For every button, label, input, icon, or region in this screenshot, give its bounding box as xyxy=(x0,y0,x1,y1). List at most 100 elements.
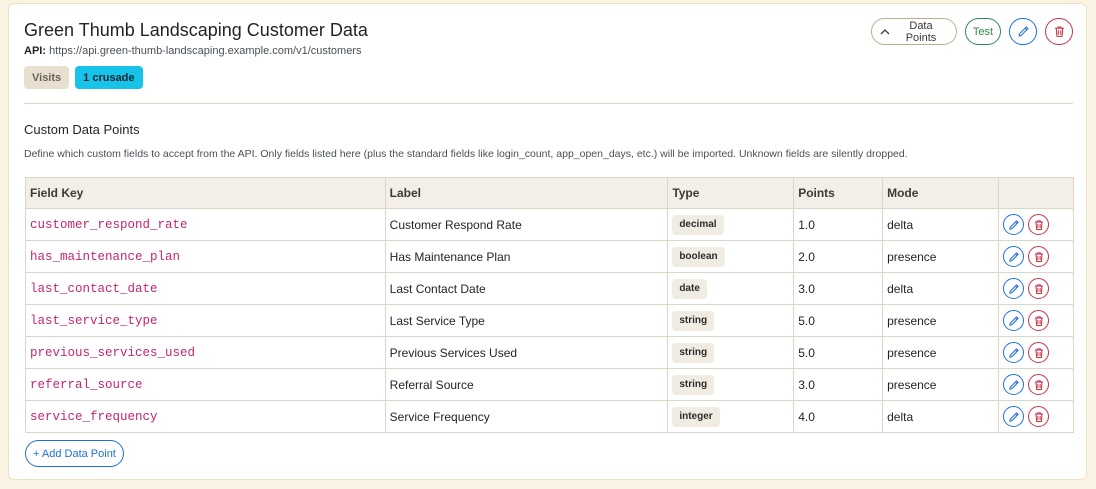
label-cell: Last Contact Date xyxy=(384,272,669,305)
edit-row-button[interactable] xyxy=(1003,214,1024,235)
points-cell: 1.0 xyxy=(793,208,884,241)
mode-cell: delta xyxy=(882,208,999,241)
points-cell: 3.0 xyxy=(793,272,884,305)
add-data-point-button[interactable]: + Add Data Point xyxy=(25,440,124,467)
edit-row-button[interactable] xyxy=(1003,246,1024,267)
table-row: last_contact_date Last Contact Date date 3.… xyxy=(25,272,1074,305)
delete-integration-button[interactable] xyxy=(1045,18,1073,45)
delete-row-button[interactable] xyxy=(1028,214,1049,235)
type-badge: string xyxy=(672,374,715,395)
column-header-actions xyxy=(998,177,1074,209)
actions-cell xyxy=(998,336,1074,369)
edit-row-button[interactable] xyxy=(1003,374,1024,395)
delete-row-button[interactable] xyxy=(1028,406,1049,427)
field-key-cell: referral_source xyxy=(25,368,386,401)
mode-cell: delta xyxy=(882,400,999,433)
delete-row-button[interactable] xyxy=(1028,246,1049,267)
points-cell: 2.0 xyxy=(793,240,884,273)
field-key-cell: customer_respond_rate xyxy=(25,208,386,241)
label-cell: Customer Respond Rate xyxy=(384,208,669,241)
column-header-field-key: Field Key xyxy=(25,177,386,209)
api-url: https://api.green-thumb-landscaping.exam… xyxy=(49,45,362,57)
table-row: service_frequency Service Frequency intege… xyxy=(25,400,1074,433)
type-badge: string xyxy=(672,342,715,363)
label-cell: Referral Source xyxy=(384,368,669,401)
trash-icon xyxy=(1033,251,1045,263)
mode-cell: delta xyxy=(882,272,999,305)
badge-group: Visits 1 crusade xyxy=(24,66,143,89)
pencil-icon xyxy=(1008,283,1020,295)
label-cell: Previous Services Used xyxy=(384,336,669,369)
table-header-row: Field Key Label Type Points Mode xyxy=(25,177,1074,209)
pencil-icon xyxy=(1008,251,1020,263)
type-badge: date xyxy=(672,278,707,299)
table-row: customer_respond_rate Customer Respond Ra… xyxy=(25,208,1074,241)
test-button[interactable]: Test xyxy=(965,18,1001,45)
actions-cell xyxy=(998,400,1074,433)
actions-cell xyxy=(998,272,1074,305)
actions-cell xyxy=(998,208,1074,241)
column-header-points: Points xyxy=(793,177,884,209)
edit-integration-button[interactable] xyxy=(1009,18,1037,45)
edit-row-button[interactable] xyxy=(1003,406,1024,427)
table-row: last_service_type Last Service Type string… xyxy=(25,304,1074,337)
trash-icon xyxy=(1033,347,1045,359)
type-cell: string xyxy=(667,368,795,401)
edit-row-button[interactable] xyxy=(1003,278,1024,299)
pencil-icon xyxy=(1008,219,1020,231)
actions-cell xyxy=(998,368,1074,401)
table-body: customer_respond_rate Customer Respond Ra… xyxy=(25,208,1074,433)
type-cell: boolean xyxy=(667,240,795,273)
table-row: referral_source Referral Source string 3.0 p… xyxy=(25,368,1074,401)
delete-row-button[interactable] xyxy=(1028,278,1049,299)
points-cell: 3.0 xyxy=(793,368,884,401)
integration-card: Green Thumb Landscaping Customer Data AP… xyxy=(8,3,1087,480)
column-header-mode: Mode xyxy=(882,177,999,209)
type-cell: string xyxy=(667,336,795,369)
mode-cell: presence xyxy=(882,368,999,401)
trash-icon xyxy=(1033,315,1045,327)
delete-row-button[interactable] xyxy=(1028,374,1049,395)
points-cell: 5.0 xyxy=(793,304,884,337)
page-title: Green Thumb Landscaping Customer Data xyxy=(24,20,368,40)
type-cell: string xyxy=(667,304,795,337)
trash-icon xyxy=(1053,25,1066,38)
pencil-icon xyxy=(1008,411,1020,423)
pencil-icon xyxy=(1017,25,1030,38)
type-cell: integer xyxy=(667,400,795,433)
table-row: has_maintenance_plan Has Maintenance Plan… xyxy=(25,240,1074,273)
chevron-up-icon xyxy=(880,28,890,35)
label-cell: Has Maintenance Plan xyxy=(384,240,669,273)
column-header-label: Label xyxy=(384,177,669,209)
field-key-cell: last_contact_date xyxy=(25,272,386,305)
trash-icon xyxy=(1033,219,1045,231)
points-cell: 4.0 xyxy=(793,400,884,433)
crusade-badge[interactable]: 1 crusade xyxy=(75,66,143,89)
card-actions: Data Points Test xyxy=(871,18,1073,45)
actions-cell xyxy=(998,304,1074,337)
mode-cell: presence xyxy=(882,336,999,369)
field-key-cell: has_maintenance_plan xyxy=(25,240,386,273)
type-badge: string xyxy=(672,310,715,331)
delete-row-button[interactable] xyxy=(1028,342,1049,363)
pencil-icon xyxy=(1008,347,1020,359)
field-key-cell: service_frequency xyxy=(25,400,386,433)
api-line: API: https://api.green-thumb-landscaping… xyxy=(24,45,362,57)
section-description: Define which custom fields to accept fro… xyxy=(24,148,908,160)
edit-row-button[interactable] xyxy=(1003,310,1024,331)
type-cell: decimal xyxy=(667,208,795,241)
trash-icon xyxy=(1033,283,1045,295)
label-cell: Last Service Type xyxy=(384,304,669,337)
mode-cell: presence xyxy=(882,304,999,337)
field-key-cell: previous_services_used xyxy=(25,336,386,369)
mode-cell: presence xyxy=(882,240,999,273)
delete-row-button[interactable] xyxy=(1028,310,1049,331)
pencil-icon xyxy=(1008,315,1020,327)
points-cell: 5.0 xyxy=(793,336,884,369)
data-points-table: Field Key Label Type Points Mode custome… xyxy=(25,177,1074,433)
edit-row-button[interactable] xyxy=(1003,342,1024,363)
data-points-toggle-button[interactable]: Data Points xyxy=(871,18,957,45)
type-cell: date xyxy=(667,272,795,305)
field-key-cell: last_service_type xyxy=(25,304,386,337)
pencil-icon xyxy=(1008,379,1020,391)
